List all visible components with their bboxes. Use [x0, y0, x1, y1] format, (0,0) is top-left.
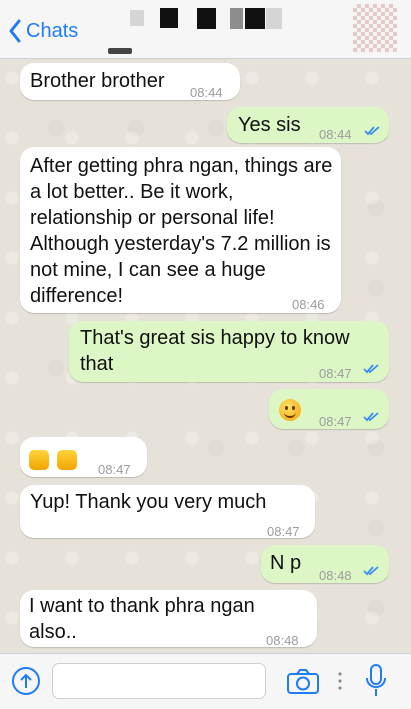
thumbs-up-icon	[57, 450, 77, 470]
message-bubble-incoming[interactable]: Yup! Thank you very much 08:47	[20, 485, 315, 539]
message-text: Brother brother	[30, 70, 165, 92]
message-time: 08:48	[266, 633, 299, 648]
message-bubble-incoming[interactable]: After getting phra ngan, things are a lo…	[20, 147, 341, 313]
chevron-left-icon	[9, 19, 21, 43]
message-bubble-outgoing[interactable]: 08:47	[269, 389, 389, 429]
double-check-icon	[364, 126, 380, 136]
microphone-icon[interactable]	[363, 663, 389, 699]
message-bubble-incoming[interactable]: Brother brother 08:44	[20, 63, 240, 100]
redacted-block	[130, 10, 144, 26]
message-text: After getting phra ngan, things are a lo…	[30, 155, 333, 307]
back-button[interactable]: Chats	[8, 16, 78, 46]
message-time: 08:46	[292, 297, 325, 312]
message-text: Yes sis	[238, 114, 301, 136]
redacted-block	[266, 8, 282, 29]
double-check-icon	[363, 566, 379, 576]
more-icon[interactable]	[336, 669, 344, 693]
double-check-icon	[363, 412, 379, 422]
message-time: 08:47	[267, 524, 300, 539]
redacted-block	[245, 8, 265, 29]
redacted-block	[197, 8, 216, 29]
smiley-emoji-icon	[279, 399, 301, 421]
redacted-block	[230, 8, 243, 29]
message-text: N p	[270, 552, 302, 574]
message-time: 08:47	[319, 366, 352, 381]
message-text: Yup! Thank you very much	[30, 491, 267, 513]
upload-icon[interactable]	[10, 665, 42, 697]
chat-header: Chats	[0, 0, 411, 59]
message-text: I want to thank phra ngan also..	[29, 595, 255, 643]
message-bubble-incoming[interactable]: 08:47	[20, 437, 147, 477]
message-composer	[0, 653, 411, 709]
message-bubble-incoming[interactable]: I want to thank phra ngan also.. 08:48	[20, 590, 317, 648]
camera-icon[interactable]	[285, 667, 321, 695]
avatar[interactable]	[353, 4, 397, 52]
message-time: 08:47	[319, 414, 352, 429]
thumbs-up-icon	[29, 450, 49, 470]
message-time: 08:44	[190, 85, 223, 100]
back-label: Chats	[26, 19, 79, 42]
message-bubble-outgoing[interactable]: Yes sis 08:44	[227, 107, 389, 143]
double-check-icon	[363, 364, 379, 374]
message-time: 08:48	[319, 568, 352, 583]
header-divider-mark	[108, 48, 132, 54]
message-bubble-outgoing[interactable]: That's great sis happy to know that 08:4…	[69, 321, 389, 382]
message-input[interactable]	[52, 663, 266, 699]
redacted-block	[160, 8, 178, 28]
message-bubble-outgoing[interactable]: N p 08:48	[261, 545, 389, 583]
message-time: 08:47	[98, 462, 131, 477]
message-time: 08:44	[319, 127, 352, 142]
